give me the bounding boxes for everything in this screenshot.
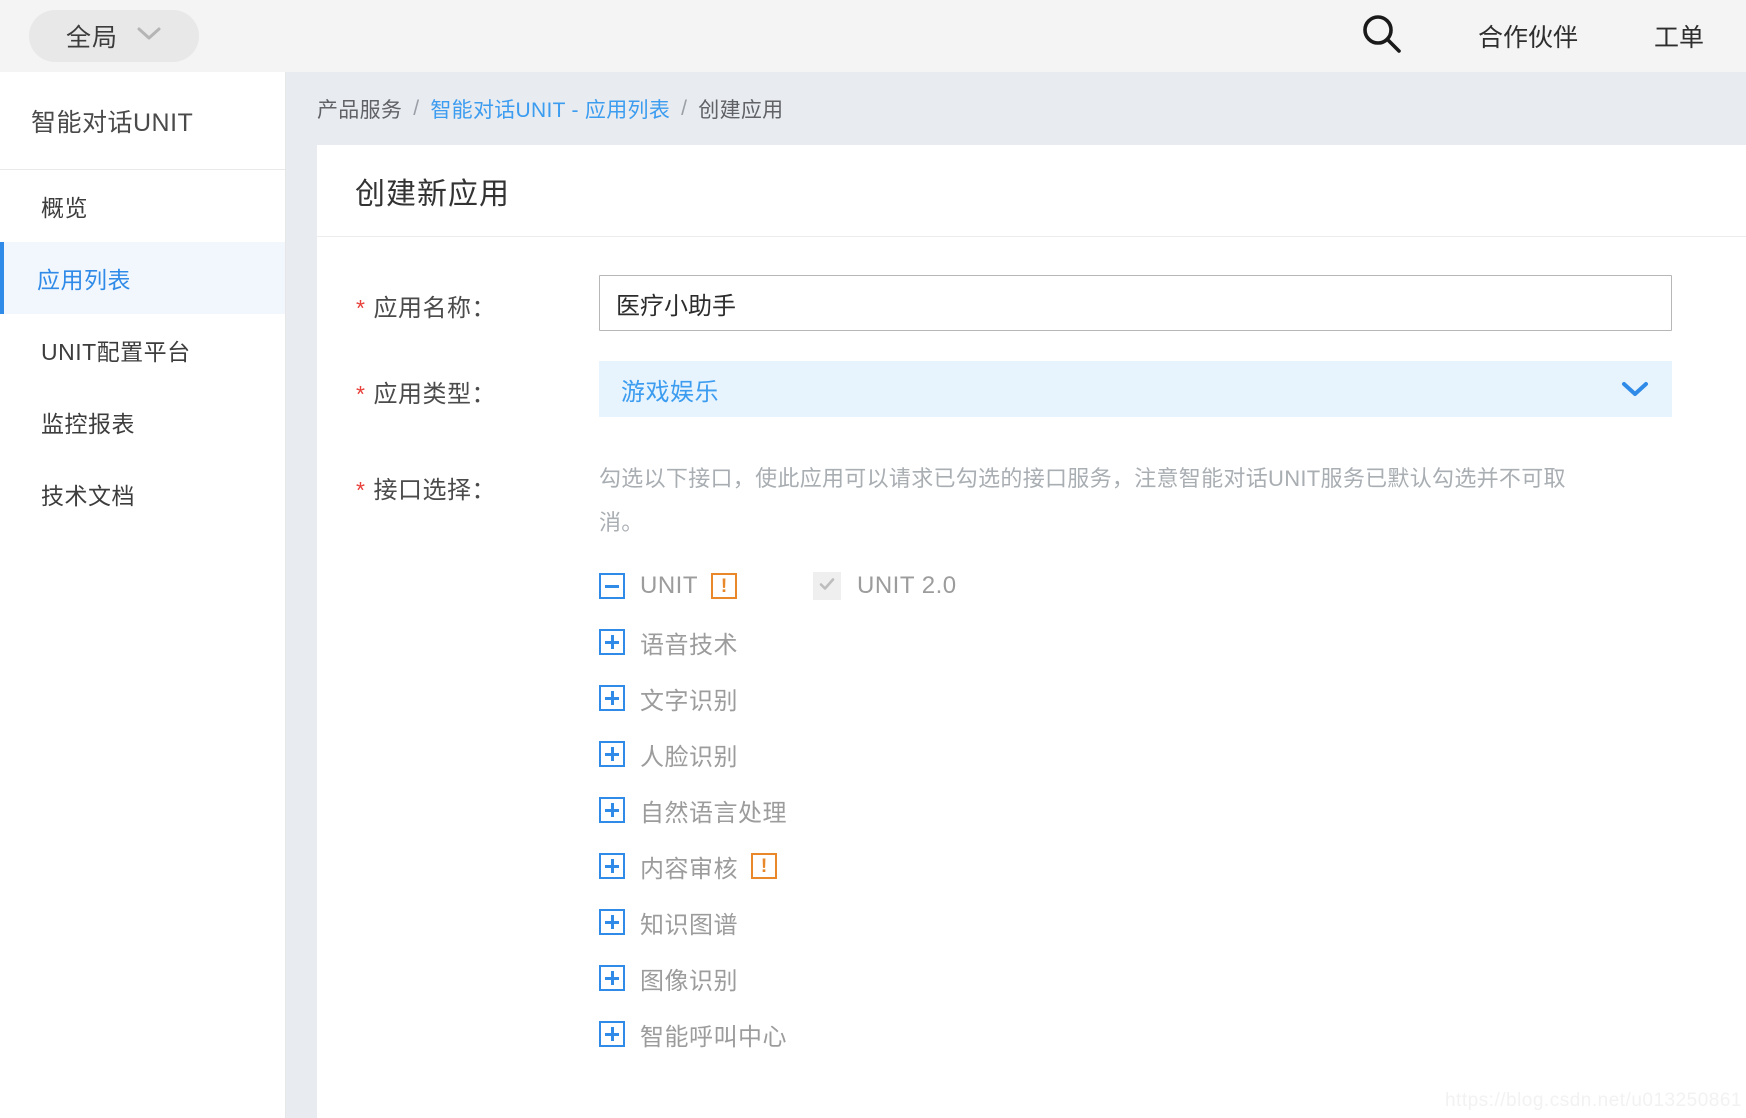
sidebar-item-overview[interactable]: 概览 xyxy=(0,170,285,242)
breadcrumb-separator: / xyxy=(681,96,688,120)
unit-2-checkbox-row: UNIT 2.0 xyxy=(813,572,957,600)
expand-plus-icon[interactable] xyxy=(599,909,625,935)
tree-item-label[interactable]: 知识图谱 xyxy=(640,905,738,940)
warning-badge-icon[interactable]: ! xyxy=(711,573,737,599)
sidebar-item-label: UNIT配置平台 xyxy=(41,339,191,365)
required-asterisk: * xyxy=(356,477,366,503)
expand-plus-icon[interactable] xyxy=(599,853,625,879)
interface-helper-text: 勾选以下接口，使此应用可以请求已勾选的接口服务，注意智能对话UNIT服务已默认勾… xyxy=(599,466,1566,535)
sidebar-item-label: 概览 xyxy=(41,195,88,221)
expand-plus-icon[interactable] xyxy=(599,797,625,823)
partner-link[interactable]: 合作伙伴 xyxy=(1466,18,1590,54)
app-name-label: * 应用名称： xyxy=(317,275,599,331)
interface-select-label-text: 接口选择： xyxy=(373,477,496,504)
tree-item-label[interactable]: 内容审核 xyxy=(640,849,738,884)
app-name-input[interactable] xyxy=(599,275,1672,331)
interface-select-field-wrap: 勾选以下接口，使此应用可以请求已勾选的接口服务，注意智能对话UNIT服务已默认勾… xyxy=(599,457,1746,1065)
warning-badge-icon[interactable]: ! xyxy=(751,853,777,879)
sidebar: 智能对话UNIT 概览 应用列表 UNIT配置平台 监控报表 技术文档 xyxy=(0,72,286,1118)
app-name-label-text: 应用名称： xyxy=(373,295,496,322)
tree-row: 语音技术 xyxy=(599,617,1672,667)
tree-item-label[interactable]: 人脸识别 xyxy=(640,737,738,772)
tree-row: 自然语言处理 xyxy=(599,785,1672,835)
expand-plus-icon[interactable] xyxy=(599,685,625,711)
page-title: 创建新应用 xyxy=(355,177,510,211)
tree-item-label[interactable]: 智能呼叫中心 xyxy=(640,1017,787,1052)
sidebar-item-label: 监控报表 xyxy=(41,411,135,437)
check-icon xyxy=(817,574,837,599)
card-header: 创建新应用 xyxy=(317,145,1746,237)
breadcrumb-link-app-list[interactable]: 智能对话UNIT - 应用列表 xyxy=(430,94,670,124)
tree-item-label[interactable]: 语音技术 xyxy=(640,625,738,660)
breadcrumb-root[interactable]: 产品服务 xyxy=(317,94,402,124)
app-type-label: * 应用类型： xyxy=(317,361,599,417)
collapse-minus-icon[interactable] xyxy=(599,573,625,599)
sidebar-item-label: 技术文档 xyxy=(41,483,135,509)
breadcrumb-current: 创建应用 xyxy=(698,98,784,122)
unit-2-checkbox xyxy=(813,572,841,600)
create-app-card: 创建新应用 * 应用名称： * 应用类型： 游戏娱乐 xyxy=(317,145,1746,1118)
app-type-label-text: 应用类型： xyxy=(373,381,496,408)
tree-row: 知识图谱 xyxy=(599,897,1672,947)
global-scope-selector[interactable]: 全局 xyxy=(29,10,199,62)
tree-row: 图像识别 xyxy=(599,953,1672,1003)
tree-row: 智能呼叫中心 xyxy=(599,1009,1672,1059)
breadcrumb-separator: / xyxy=(413,96,420,120)
sidebar-item-monitor-report[interactable]: 监控报表 xyxy=(0,386,285,458)
tree-item-label[interactable]: UNIT xyxy=(640,572,698,600)
form-row-app-type: * 应用类型： 游戏娱乐 xyxy=(317,361,1746,417)
tree-row: UNIT ! UNIT 2.0 xyxy=(599,561,1672,611)
main-content: 产品服务 / 智能对话UNIT - 应用列表 / 创建应用 创建新应用 * 应用名… xyxy=(286,72,1746,1118)
app-name-field-wrap xyxy=(599,275,1746,331)
breadcrumb: 产品服务 / 智能对话UNIT - 应用列表 / 创建应用 xyxy=(286,72,1746,145)
app-type-selected-value: 游戏娱乐 xyxy=(621,378,719,406)
tree-item-label[interactable]: 自然语言处理 xyxy=(640,793,787,828)
form-row-interface-select: * 接口选择： 勾选以下接口，使此应用可以请求已勾选的接口服务，注意智能对话UNI… xyxy=(317,457,1746,1065)
required-asterisk: * xyxy=(356,381,366,407)
search-icon xyxy=(1361,13,1403,60)
tree-row: 人脸识别 xyxy=(599,729,1672,779)
tree-row: 内容审核 ! xyxy=(599,841,1672,891)
app-type-select[interactable]: 游戏娱乐 xyxy=(599,361,1672,417)
expand-plus-icon[interactable] xyxy=(599,741,625,767)
ticket-link[interactable]: 工单 xyxy=(1642,18,1716,54)
sidebar-product-title: 智能对话UNIT xyxy=(0,72,285,170)
expand-plus-icon[interactable] xyxy=(599,1021,625,1047)
tree-item-label[interactable]: 图像识别 xyxy=(640,961,738,996)
app-type-field-wrap: 游戏娱乐 xyxy=(599,361,1746,417)
expand-plus-icon[interactable] xyxy=(599,629,625,655)
top-header-bar: 全局 合作伙伴 工单 xyxy=(0,0,1746,72)
tree-item-label[interactable]: 文字识别 xyxy=(640,681,738,716)
expand-plus-icon[interactable] xyxy=(599,965,625,991)
global-scope-label: 全局 xyxy=(65,24,118,52)
header-actions: 合作伙伴 工单 xyxy=(1350,4,1746,68)
sidebar-item-label: 应用列表 xyxy=(37,267,131,293)
interface-tree: UNIT ! UNIT 2.0 语音技术 文字识别 人脸识别 自然语言处理 内容… xyxy=(599,561,1672,1059)
chevron-down-icon xyxy=(136,26,162,47)
chevron-down-icon xyxy=(1620,380,1650,398)
sidebar-item-tech-doc[interactable]: 技术文档 xyxy=(0,458,285,530)
form-row-app-name: * 应用名称： xyxy=(317,275,1746,331)
required-asterisk: * xyxy=(356,295,366,321)
sidebar-item-app-list[interactable]: 应用列表 xyxy=(0,242,285,314)
unit-2-label: UNIT 2.0 xyxy=(857,572,957,599)
search-button[interactable] xyxy=(1350,4,1414,68)
sidebar-item-unit-config-platform[interactable]: UNIT配置平台 xyxy=(0,314,285,386)
tree-row: 文字识别 xyxy=(599,673,1672,723)
interface-select-label: * 接口选择： xyxy=(317,457,599,1065)
create-app-form: * 应用名称： * 应用类型： 游戏娱乐 xyxy=(317,237,1746,1065)
